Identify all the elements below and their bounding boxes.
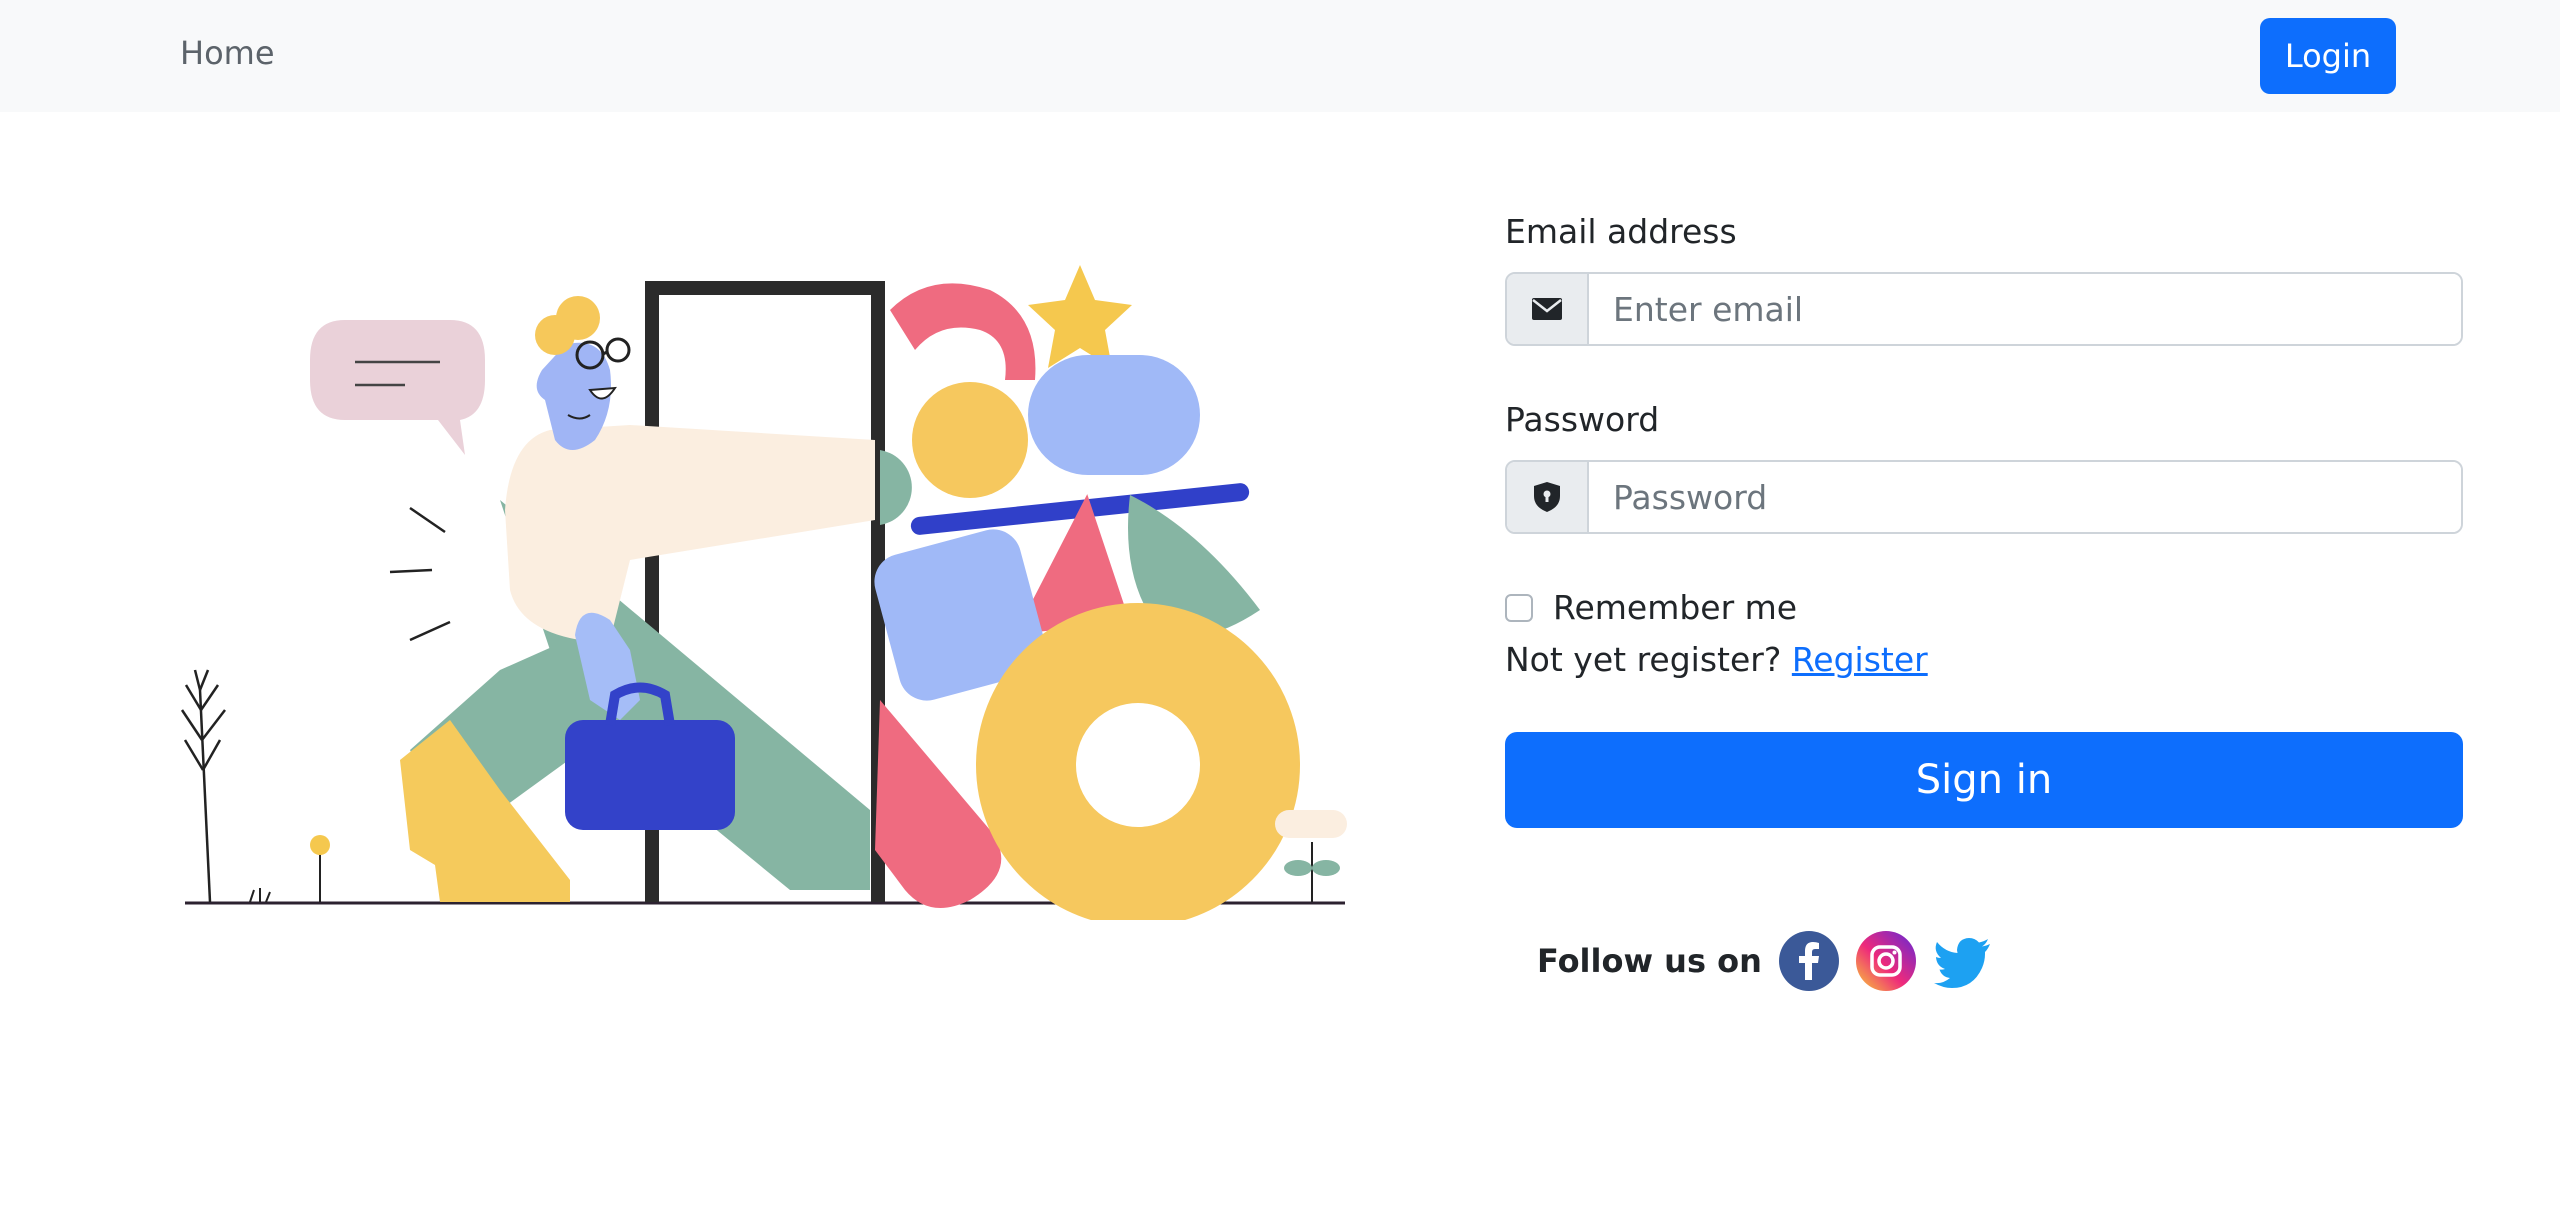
password-label: Password xyxy=(1505,400,1660,439)
nav-home-link[interactable]: Home xyxy=(180,34,275,72)
shield-lock-icon xyxy=(1507,462,1589,532)
password-input-group xyxy=(1505,460,2463,534)
plant-left xyxy=(180,669,226,903)
login-button[interactable]: Login xyxy=(2260,18,2396,94)
facebook-icon[interactable] xyxy=(1778,930,1840,992)
remember-me-checkbox[interactable] xyxy=(1505,593,1533,622)
follow-us-label: Follow us on xyxy=(1537,942,1762,980)
envelope-icon xyxy=(1507,274,1589,344)
register-link[interactable]: Register xyxy=(1792,640,1928,679)
hero-illustration xyxy=(180,265,1347,920)
remember-me-row: Remember me xyxy=(1505,588,1797,627)
sign-in-button[interactable]: Sign in xyxy=(1505,732,2463,828)
instagram-icon[interactable] xyxy=(1855,930,1917,992)
remember-me-label: Remember me xyxy=(1553,588,1798,627)
twitter-icon[interactable] xyxy=(1932,930,1994,992)
email-input-group xyxy=(1505,272,2463,346)
email-input[interactable] xyxy=(1589,274,2461,344)
navbar: Home Login xyxy=(0,0,2560,112)
password-input[interactable] xyxy=(1589,462,2461,532)
register-prompt: Not yet register? xyxy=(1505,640,1782,679)
register-line: Not yet register? Register xyxy=(1505,640,1928,679)
email-label: Email address xyxy=(1505,212,1737,251)
